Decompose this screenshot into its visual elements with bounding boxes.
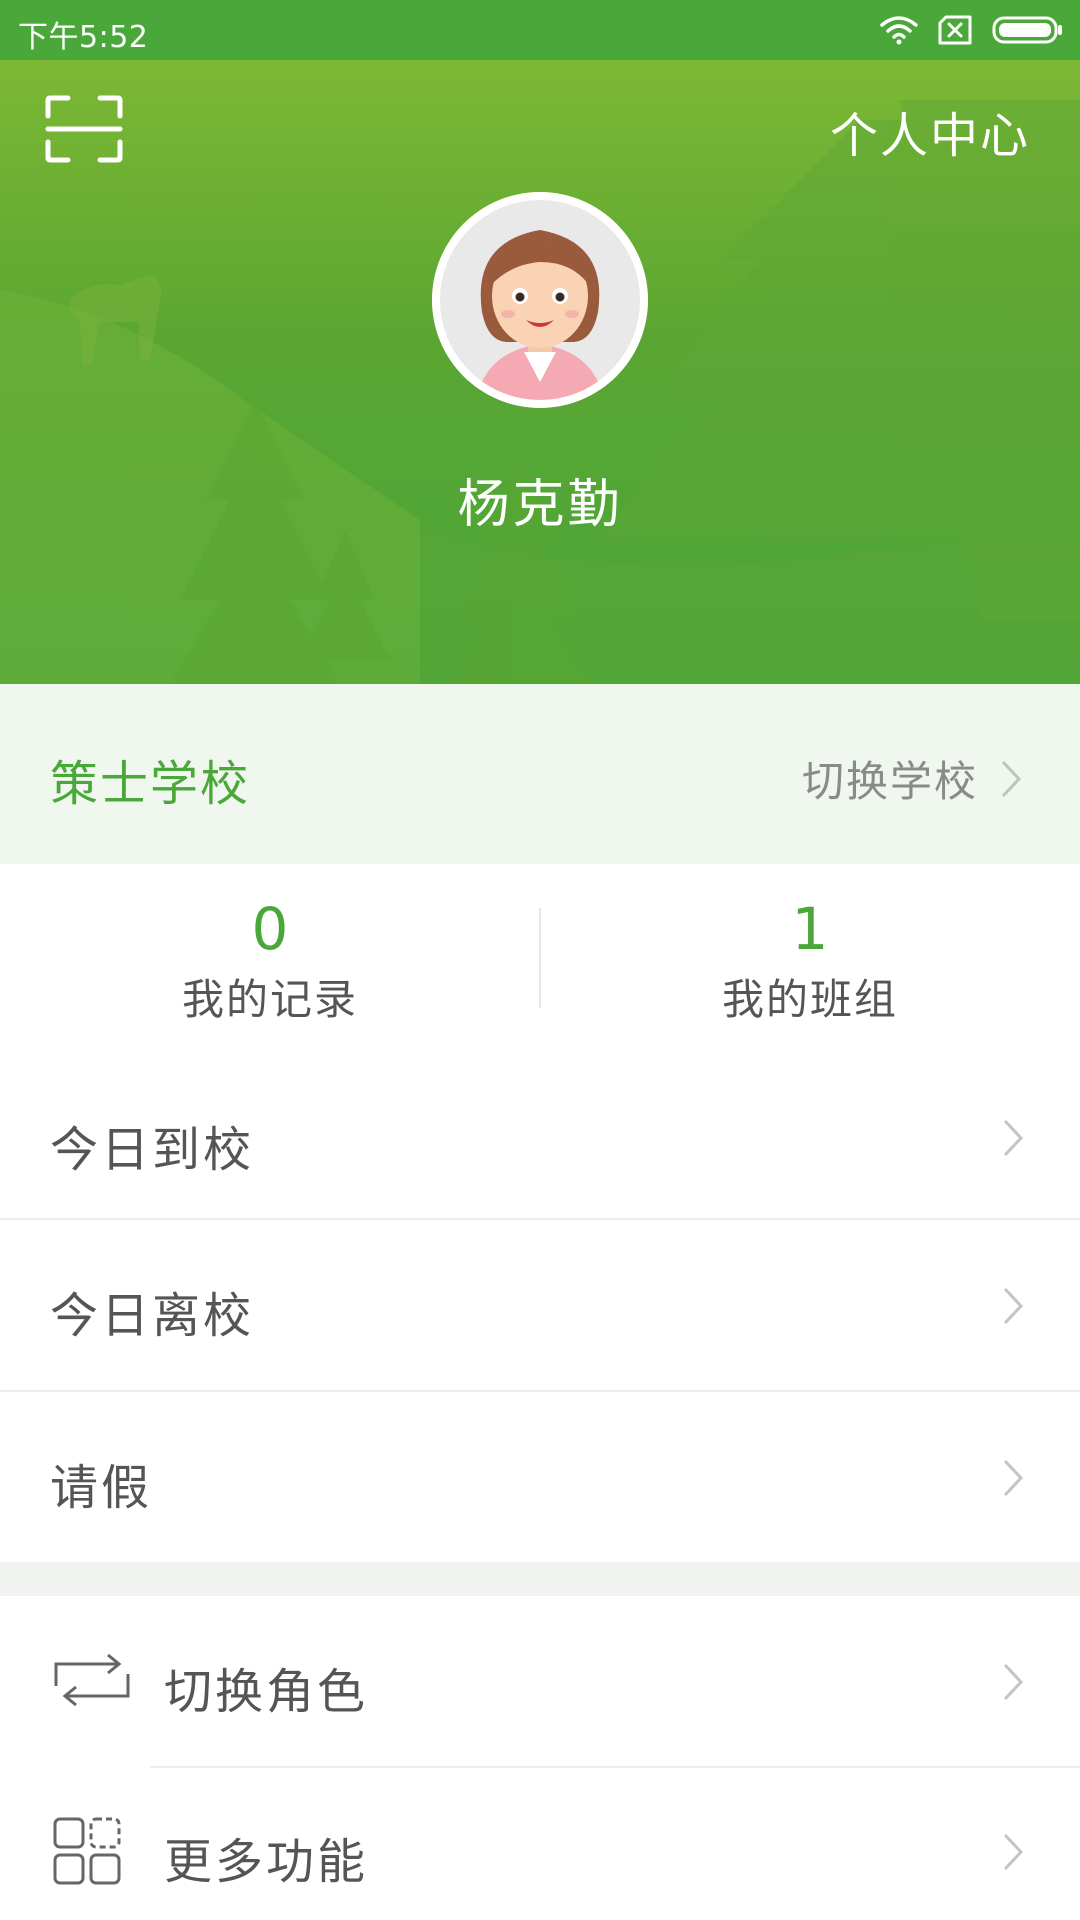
menu-item-switch-role[interactable]: 切换角色 xyxy=(0,1596,1080,1766)
cartoon-woman-avatar xyxy=(432,192,648,408)
battery-icon xyxy=(992,16,1062,44)
chevron-right-icon xyxy=(1003,1663,1024,1701)
my-groups-count: 1 xyxy=(791,895,829,963)
menu-item-leave-today[interactable]: 今日离校 xyxy=(0,1220,1080,1390)
menu-item-label: 切换角色 xyxy=(164,1664,369,1720)
menu-item-label: 今日到校 xyxy=(50,1122,255,1178)
wifi-icon xyxy=(880,16,918,45)
avatar[interactable] xyxy=(432,192,648,408)
status-icons xyxy=(880,10,1064,50)
stats-panel: 0 我的记录 1 我的班组 xyxy=(0,864,1080,1058)
my-records-label: 我的记录 xyxy=(181,975,358,1024)
grid-apps-icon xyxy=(53,1817,121,1885)
my-groups-stat[interactable]: 1 我的班组 xyxy=(540,894,1080,1030)
sim-card-x-icon xyxy=(938,15,972,45)
swap-arrows-icon xyxy=(54,1653,130,1707)
user-name: 杨克勤 xyxy=(457,475,623,535)
menu-item-label: 今日离校 xyxy=(50,1288,255,1344)
menu-item-arrive-today[interactable]: 今日到校 xyxy=(0,1058,1080,1218)
chevron-right-icon xyxy=(1003,1833,1024,1871)
my-records-stat[interactable]: 0 我的记录 xyxy=(0,894,540,1030)
profile-header: 个人中心 杨克勤 xyxy=(0,60,1080,684)
menu-item-more-features[interactable]: 更多功能 xyxy=(0,1768,1080,1920)
menu-item-label: 请假 xyxy=(50,1460,153,1516)
chevron-right-icon xyxy=(1003,1287,1024,1325)
menu-item-leave-request[interactable]: 请假 xyxy=(0,1392,1080,1562)
menu-item-label: 更多功能 xyxy=(164,1834,369,1890)
my-groups-label: 我的班组 xyxy=(721,975,898,1024)
status-time: 下午5:52 xyxy=(18,20,149,55)
school-name: 策士学校 xyxy=(50,756,251,812)
chevron-right-icon xyxy=(1001,760,1022,797)
my-records-count: 0 xyxy=(251,895,289,963)
switch-school-button[interactable]: 切换学校 xyxy=(802,748,1022,809)
page-title: 个人中心 xyxy=(829,108,1030,164)
status-bar: 下午5:52 xyxy=(0,0,1080,60)
scan-icon[interactable] xyxy=(44,94,124,164)
section-gap xyxy=(0,1562,1080,1596)
chevron-right-icon xyxy=(1003,1459,1024,1497)
switch-school-label: 切换学校 xyxy=(801,757,978,806)
chevron-right-icon xyxy=(1003,1119,1024,1157)
school-bar: 策士学校 切换学校 xyxy=(0,684,1080,864)
